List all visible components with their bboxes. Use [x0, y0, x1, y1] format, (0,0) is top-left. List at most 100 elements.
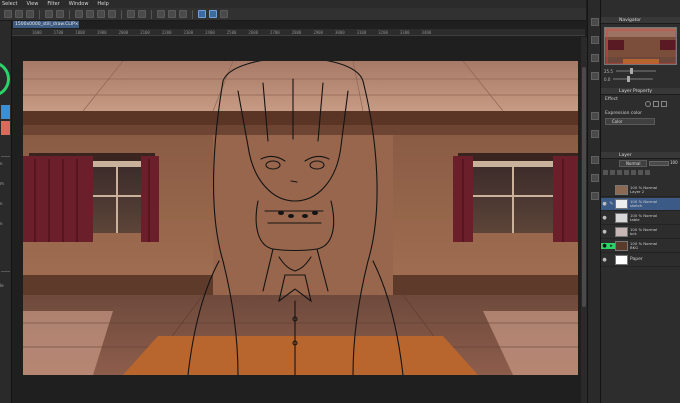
info-icon[interactable]	[591, 54, 599, 62]
rotation-row: 0.0	[604, 76, 654, 82]
snap-grid-icon[interactable]	[220, 10, 228, 18]
menu-view[interactable]: View	[26, 1, 38, 7]
paper-layer-row[interactable]: ● Paper	[601, 254, 680, 267]
layer-row[interactable]: 100 % Normal Layer 2	[601, 184, 680, 197]
visibility-icon[interactable]: ●	[601, 229, 608, 235]
visibility-icon[interactable]: ●	[601, 215, 608, 221]
history-icon[interactable]	[591, 72, 599, 80]
lock-icon[interactable]	[631, 170, 636, 175]
layer-property-header: Layer Property	[601, 88, 680, 95]
zoom-slider[interactable]	[615, 68, 656, 74]
new-layer-icon[interactable]	[603, 170, 608, 175]
left-palette: n m n n le	[0, 21, 12, 403]
canvas-artwork[interactable]	[23, 61, 578, 375]
layer-search-icon[interactable]	[591, 130, 599, 138]
ruler-tick-label: 2000	[118, 29, 129, 35]
save-icon[interactable]	[26, 10, 34, 18]
opacity-slider[interactable]	[649, 161, 669, 166]
expression-color-dropdown[interactable]: Color	[605, 118, 655, 125]
opacity-value[interactable]: 100	[670, 160, 678, 165]
tone-effect-icon[interactable]	[653, 101, 659, 107]
paste-icon[interactable]	[108, 10, 116, 18]
navigator-header: Navigator	[601, 17, 680, 24]
visibility-icon[interactable]: ●	[601, 257, 608, 263]
layer-blend: Normal	[643, 212, 658, 218]
menu-help[interactable]: Help	[97, 1, 108, 7]
clip-icon[interactable]	[624, 170, 629, 175]
cut-icon[interactable]	[86, 10, 94, 18]
layer-blend: Normal	[643, 198, 658, 204]
layer-blend: Normal	[643, 226, 658, 232]
ruler-tick-label: 1900	[96, 29, 107, 35]
layer-info: 100 % Normal table	[630, 212, 658, 223]
tool-property-label: n	[0, 221, 3, 226]
color-effect-icon[interactable]	[661, 101, 667, 107]
sub-color-swatch[interactable]	[1, 121, 10, 135]
ruler-tick-label: 2900	[313, 29, 323, 35]
expand-selection-icon[interactable]	[179, 10, 187, 18]
main-color-swatch[interactable]	[1, 105, 10, 119]
navigator-icon[interactable]	[591, 18, 599, 26]
right-palette: Navigator 25.5 0.0 Layer Property Effect…	[601, 0, 680, 403]
layer-info: 100 % Normal BKG	[630, 241, 657, 251]
invert-selection-icon[interactable]	[168, 10, 176, 18]
layer-row[interactable]: ● 100 % Normal bck	[601, 226, 680, 239]
toolbar-separator	[39, 9, 40, 19]
undo-icon[interactable]	[45, 10, 53, 18]
layer-row-selected[interactable]: ● ✎ 100 % Normal sketch	[601, 198, 680, 211]
visibility-icon[interactable]: ●	[601, 243, 608, 249]
clear-icon[interactable]	[75, 10, 83, 18]
layer-header: Layer	[601, 152, 680, 159]
color-wheel[interactable]	[0, 61, 10, 97]
zoom-value[interactable]: 25.5	[604, 69, 613, 74]
copy-icon[interactable]	[97, 10, 105, 18]
sub-view-icon[interactable]	[591, 36, 599, 44]
blend-mode-dropdown[interactable]: Normal	[619, 160, 647, 167]
ruler-horizontal: 1600 1700 1800 1900 2000 2100 2200 2300 2400 2500…	[12, 29, 585, 36]
layer-info: 100 % Normal Layer 2	[630, 184, 658, 195]
effect-label: Effect	[605, 97, 618, 102]
ruler-tick-label: 3200	[378, 29, 388, 35]
close-tab-icon[interactable]: ×	[75, 22, 79, 27]
navigator-thumbnail	[605, 28, 676, 64]
scrollbar-thumb[interactable]	[582, 67, 586, 307]
rotation-value[interactable]: 0.0	[604, 77, 610, 82]
snap-ruler-icon[interactable]	[198, 10, 206, 18]
material-icon[interactable]	[591, 174, 599, 182]
open-icon[interactable]	[15, 10, 23, 18]
layer-folder-row[interactable]: ● ▸ 100 % Normal BKG	[601, 240, 680, 253]
pen-icon[interactable]: ✎	[608, 201, 615, 207]
timeline-icon[interactable]	[591, 192, 599, 200]
navigator-preview[interactable]	[604, 27, 677, 65]
mask-icon[interactable]	[617, 170, 622, 175]
layer-property-icon[interactable]	[591, 112, 599, 120]
ref-icon[interactable]	[638, 170, 643, 175]
document-tab[interactable]: 1500x0000_still_draw.CLIP ×	[13, 21, 79, 28]
fill-icon[interactable]	[127, 10, 135, 18]
ruler-tick-label: 3100	[356, 29, 367, 35]
deselect-icon[interactable]	[157, 10, 165, 18]
new-folder-icon[interactable]	[610, 170, 615, 175]
snap-special-ruler-icon[interactable]	[209, 10, 217, 18]
transform-icon[interactable]	[138, 10, 146, 18]
layer-blend: Normal	[643, 184, 658, 190]
ruler-tick-label: 2700	[270, 29, 280, 35]
layer-row[interactable]: ● 100 % Normal table	[601, 212, 680, 225]
ruler-tick-label: 2800	[291, 29, 302, 35]
ruler-tick-label: 1700	[53, 29, 64, 35]
border-effect-icon[interactable]	[645, 101, 651, 107]
effect-buttons	[645, 101, 675, 107]
visibility-icon[interactable]: ●	[601, 201, 608, 207]
layer-name: sketch	[630, 203, 643, 208]
new-icon[interactable]	[4, 10, 12, 18]
zoom-row: 25.5	[604, 68, 656, 74]
layer-icon[interactable]	[591, 156, 599, 164]
menu-window[interactable]: Window	[69, 1, 89, 7]
folder-icon[interactable]: ▸	[608, 243, 615, 249]
tool-property-label: n	[0, 161, 3, 166]
rotation-slider[interactable]	[613, 76, 654, 82]
redo-icon[interactable]	[56, 10, 64, 18]
delete-layer-icon[interactable]	[645, 170, 650, 175]
menu-select[interactable]: Select	[2, 1, 17, 7]
menu-filter[interactable]: Filter	[47, 1, 59, 7]
